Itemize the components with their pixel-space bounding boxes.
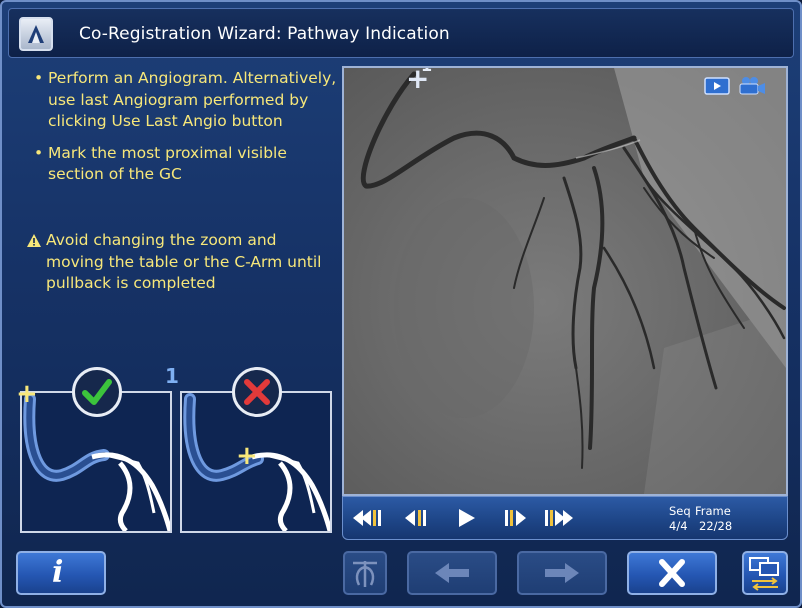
- back-button[interactable]: [407, 551, 497, 595]
- instruction-text: Mark the most proximal visible section o…: [48, 143, 287, 184]
- step-number: 1: [165, 364, 179, 388]
- bullet-dot: •: [34, 69, 44, 87]
- skip-to-start-icon[interactable]: [349, 505, 387, 531]
- info-icon: i: [52, 555, 64, 590]
- forward-button[interactable]: [517, 551, 607, 595]
- close-x-icon: [659, 559, 685, 587]
- forward-arrow-icon: [545, 563, 579, 583]
- step-back-icon[interactable]: [399, 505, 437, 531]
- warning-message: Avoid changing the zoom and moving the t…: [26, 230, 326, 295]
- instruction-item: • Mark the most proximal visible section…: [28, 143, 338, 186]
- instruction-text: Perform an Angiogram. Alternatively, use…: [48, 69, 337, 130]
- frame-value: 22/28: [699, 519, 733, 533]
- switch-monitor-button[interactable]: [742, 551, 788, 595]
- video-camera-icon[interactable]: [738, 76, 766, 96]
- step-forward-icon[interactable]: [495, 505, 533, 531]
- seq-value: 4/4: [669, 519, 688, 533]
- skip-to-end-icon[interactable]: [541, 505, 579, 531]
- instruction-item: • Perform an Angiogram. Alternatively, u…: [28, 68, 338, 133]
- warning-triangle-icon: [26, 233, 42, 255]
- triangle-logo-icon: [19, 17, 53, 51]
- x-mark-icon: [232, 367, 282, 417]
- seq-label: Seq: [669, 504, 691, 518]
- instruction-list: • Perform an Angiogram. Alternatively, u…: [28, 68, 338, 196]
- title-bar: Co-Registration Wizard: Pathway Indicati…: [8, 8, 794, 58]
- window-title: Co-Registration Wizard: Pathway Indicati…: [79, 24, 450, 44]
- angiogram-image: [344, 68, 786, 494]
- playback-bar: Seq Frame 4/4 22/28: [342, 496, 788, 540]
- info-button[interactable]: i: [16, 551, 106, 595]
- checkmark-icon: [72, 367, 122, 417]
- catheter-icon: [353, 561, 377, 587]
- warning-text: Avoid changing the zoom and moving the t…: [46, 231, 322, 292]
- play-movie-icon[interactable]: [704, 76, 732, 96]
- frame-label: Frame: [695, 504, 731, 518]
- marker-cross: +: [236, 441, 258, 471]
- proximal-marker-number: 1: [421, 68, 432, 75]
- catheter-button[interactable]: [343, 551, 387, 595]
- close-button[interactable]: [627, 551, 717, 595]
- marker-cross: +: [16, 379, 38, 409]
- wizard-window: Co-Registration Wizard: Pathway Indicati…: [0, 0, 802, 608]
- play-icon[interactable]: [447, 505, 485, 531]
- switch-monitor-icon: [749, 557, 779, 591]
- angiogram-viewer[interactable]: + 1: [342, 66, 788, 496]
- back-arrow-icon: [435, 563, 469, 583]
- bullet-dot: •: [34, 143, 44, 162]
